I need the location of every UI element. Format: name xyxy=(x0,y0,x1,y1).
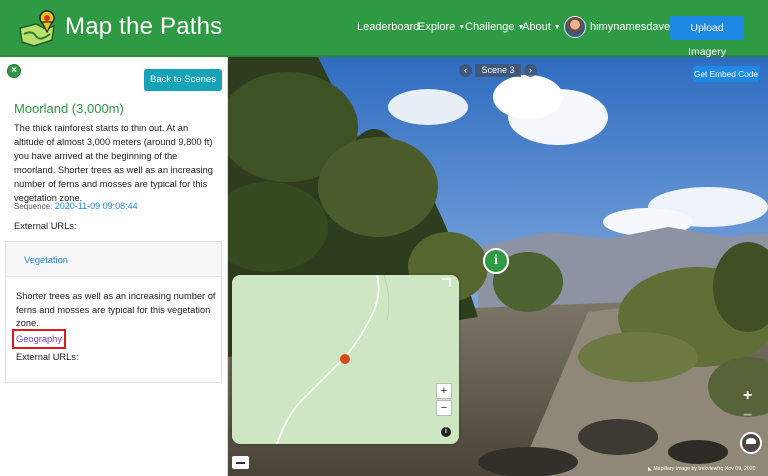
nav-challenge[interactable]: Challenge ▼ xyxy=(465,21,524,33)
card-header[interactable]: Vegetation xyxy=(6,242,221,277)
map-zoom-in-button[interactable]: + xyxy=(436,383,452,399)
map-info-icon[interactable]: i xyxy=(441,427,451,437)
nav-explore[interactable]: Explore ▼ xyxy=(418,21,465,33)
upload-imagery-button[interactable]: Upload Imagery xyxy=(670,16,744,58)
scene-description: The thick rainforest starts to thin out.… xyxy=(14,123,213,203)
compass-needle xyxy=(746,438,756,444)
sequence-info: Sequence: 2020-11-09 09:08:44 xyxy=(14,201,138,211)
external-urls-label: External URLs: xyxy=(14,221,77,231)
prev-scene-icon[interactable]: ‹ xyxy=(459,64,472,77)
map-pin-logo-icon[interactable] xyxy=(14,8,60,50)
info-marker-icon[interactable]: i xyxy=(483,248,509,274)
scene-navigator: ‹ Scene 3 › xyxy=(459,64,537,78)
avatar[interactable] xyxy=(564,16,586,38)
nav-leaderboard[interactable]: Leaderboard xyxy=(357,21,419,33)
scene-sidebar: × Back to Scenes Moorland (3,000m) The t… xyxy=(0,57,228,476)
compass-icon[interactable] xyxy=(740,432,762,454)
nav-label: Explore xyxy=(418,21,456,33)
user-menu[interactable]: himynamesdave▼ xyxy=(590,21,680,33)
sequence-link[interactable]: 2020-11-09 09:08:44 xyxy=(55,201,138,211)
street-view-viewer[interactable]: ‹ Scene 3 › Get Embed Code i + − i + − ◣… xyxy=(228,57,768,476)
next-scene-icon[interactable]: › xyxy=(524,64,537,77)
site-brand[interactable]: Map the Paths xyxy=(65,13,222,41)
geography-tag-link[interactable]: Geography xyxy=(12,329,66,349)
get-embed-code-button[interactable]: Get Embed Code xyxy=(693,66,759,82)
top-navbar: Map the Paths Leaderboard Explore ▼ Chall… xyxy=(0,0,768,58)
vegetation-card: Vegetation Shorter trees as well as an i… xyxy=(5,241,222,383)
mini-map[interactable]: + − i xyxy=(232,275,459,444)
card-external-urls-label: External URLs: xyxy=(16,352,79,362)
minus-icon xyxy=(236,462,245,464)
close-icon[interactable]: × xyxy=(7,64,21,78)
scene-label: Scene 3 xyxy=(475,64,521,77)
map-zoom-out-button[interactable]: − xyxy=(436,400,452,416)
scene-title: Moorland (3,000m) xyxy=(14,101,124,116)
back-to-scenes-button[interactable]: Back to Scenes xyxy=(144,69,222,91)
card-title-link[interactable]: Vegetation xyxy=(24,255,68,265)
minimize-map-button[interactable] xyxy=(232,456,249,469)
viewer-zoom-in-button[interactable]: + xyxy=(743,387,752,405)
image-attribution[interactable]: ◣ Mapillary Image by trekviewhq Nov 09, … xyxy=(648,466,756,472)
nav-label: About xyxy=(522,21,551,33)
sequence-label: Sequence: xyxy=(14,202,53,211)
caret-down-icon: ▼ xyxy=(553,23,561,31)
nav-label: Leaderboard xyxy=(357,21,420,33)
location-dot-icon xyxy=(340,354,350,364)
card-text: Shorter trees as well as an increasing n… xyxy=(16,291,216,328)
nav-label: Challenge xyxy=(465,21,515,33)
nav-about[interactable]: About ▼ xyxy=(522,21,561,33)
viewer-zoom-out-button[interactable]: − xyxy=(743,407,752,425)
username: himynamesdave xyxy=(590,21,671,33)
